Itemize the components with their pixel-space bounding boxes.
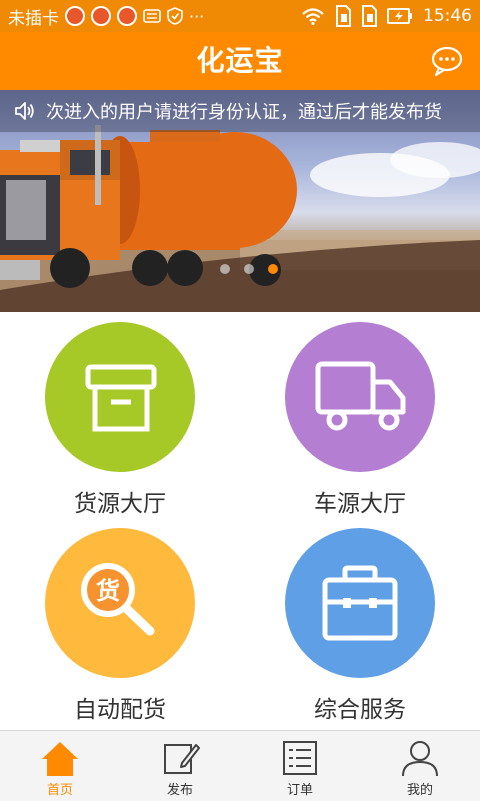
box-icon	[85, 364, 157, 432]
briefcase-icon	[322, 565, 398, 641]
user-icon	[402, 741, 438, 777]
tab-publish[interactable]: 发布	[120, 731, 240, 801]
tab-label: 订单	[286, 783, 313, 798]
message-icon[interactable]	[430, 44, 464, 78]
tile-label: 自动配货	[74, 697, 166, 723]
notice-marquee[interactable]: 次进入的用户请进行身份认证，通过后才能发布货	[0, 90, 480, 132]
magnifier-icon: 货	[81, 563, 155, 636]
carousel-indicator	[220, 264, 278, 274]
tile-label: 综合服务	[314, 697, 406, 723]
tile-auto-match[interactable]: 货 自动配货	[20, 528, 220, 738]
carrier-label: 未插卡	[8, 8, 59, 29]
speaker-icon	[15, 102, 34, 120]
battery-charging-icon	[387, 8, 412, 24]
sim-card-icon	[336, 5, 351, 27]
title-bar: 化运宝	[0, 32, 480, 90]
sim-card-icon	[362, 5, 377, 27]
tab-home[interactable]: 首页	[0, 731, 120, 801]
shield-icon	[167, 7, 183, 25]
tile-cargo-hall[interactable]: 货源大厅	[20, 322, 220, 532]
tab-mine[interactable]: 我的	[360, 731, 480, 801]
keyboard-icon	[143, 9, 161, 23]
magnifier-badge: 货	[96, 577, 120, 605]
carousel-dot-active[interactable]	[268, 264, 278, 274]
carousel-dot[interactable]	[244, 264, 254, 274]
notification-app-icon	[91, 6, 111, 26]
truck-icon	[315, 361, 406, 431]
tile-label: 货源大厅	[74, 491, 166, 517]
tab-orders[interactable]: 订单	[240, 731, 360, 801]
tab-label: 我的	[406, 783, 433, 798]
more-notifications: ···	[189, 6, 205, 26]
tile-circle: 货	[45, 528, 195, 678]
tab-label: 发布	[166, 783, 193, 798]
banner-carousel[interactable]: 次进入的用户请进行身份认证，通过后才能发布货	[0, 90, 480, 312]
tile-circle	[285, 322, 435, 472]
wifi-icon	[302, 8, 324, 25]
notification-app-icon	[65, 6, 85, 26]
list-icon	[283, 741, 317, 775]
tab-label: 首页	[46, 783, 73, 798]
notice-text: 次进入的用户请进行身份认证，通过后才能发布货	[46, 102, 442, 123]
bottom-tab-bar: 首页 发布 订单 我的	[0, 730, 480, 801]
tile-circle	[285, 528, 435, 678]
tile-circle	[45, 322, 195, 472]
page-title: 化运宝	[196, 44, 284, 77]
status-bar: 未插卡 ··· 15:46	[0, 0, 480, 32]
tile-vehicle-hall[interactable]: 车源大厅	[260, 322, 460, 532]
tile-services[interactable]: 综合服务	[260, 528, 460, 738]
tile-label: 车源大厅	[314, 491, 406, 517]
clock: 15:46	[423, 6, 472, 26]
notification-app-icon	[117, 6, 137, 26]
home-icon	[42, 742, 78, 776]
edit-icon	[164, 744, 200, 774]
carousel-dot[interactable]	[220, 264, 230, 274]
